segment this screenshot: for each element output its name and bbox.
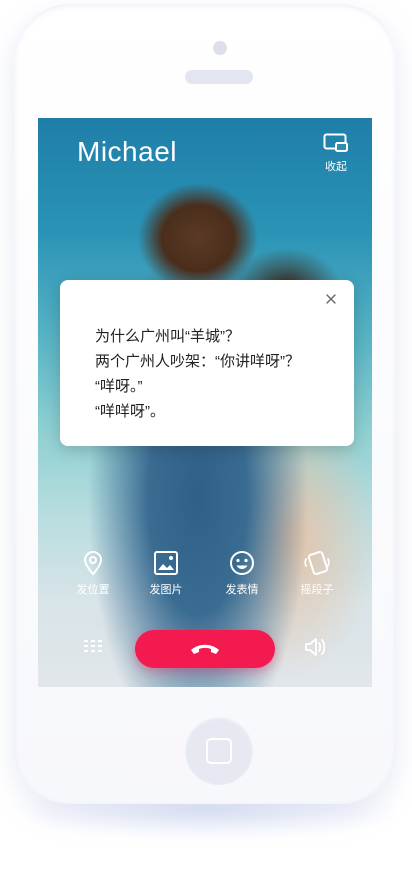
close-icon[interactable] (324, 292, 338, 306)
hang-up-phone-icon (191, 644, 219, 654)
send-emoji-button[interactable]: 发表情 (207, 550, 277, 597)
send-location-label: 发位置 (76, 584, 110, 596)
location-pin-icon (83, 550, 103, 576)
joke-dialog: 为什么广州叫“羊城”？ 两个广州人吵架：“你讲咩呀”？ “咩呀。” “咩咩呀”。 (60, 280, 354, 446)
send-image-button[interactable]: 发图片 (131, 550, 201, 597)
speaker-button[interactable] (304, 636, 328, 658)
shake-phone-icon (304, 550, 330, 576)
hang-up-button[interactable] (135, 630, 275, 668)
minimize-window-icon (323, 133, 348, 152)
joke-text: 为什么广州叫“羊城”？ 两个广州人吵架：“你讲咩呀”？ “咩呀。” “咩咩呀”。 (95, 324, 300, 424)
send-location-button[interactable]: 发位置 (58, 550, 128, 597)
keypad-button[interactable] (82, 638, 106, 656)
send-image-label: 发图片 (149, 584, 183, 596)
joke-line: 为什么广州叫“羊城”？ (95, 328, 240, 345)
joke-line: 两个广州人吵架：“你讲咩呀”？ (95, 353, 300, 370)
collapse-button[interactable]: 收起 (312, 133, 360, 174)
send-emoji-label: 发表情 (225, 584, 259, 596)
image-icon (154, 551, 178, 575)
home-square-icon (206, 738, 232, 764)
smiley-icon (230, 551, 254, 575)
caller-name: Michael (77, 136, 177, 167)
home-button[interactable] (185, 717, 253, 785)
joke-line: “咩咩呀”。 (95, 403, 165, 420)
joke-line: “咩呀。” (95, 378, 143, 395)
call-actions: 发位置 发图片 发表情 摇段子 (38, 550, 372, 610)
front-camera (213, 41, 227, 55)
earpiece-speaker (185, 70, 253, 84)
keypad-icon (84, 640, 102, 652)
speaker-icon (305, 638, 326, 656)
shake-joke-button[interactable]: 摇段子 (282, 550, 352, 597)
shake-joke-label: 摇段子 (300, 584, 334, 596)
collapse-label: 收起 (325, 161, 347, 173)
